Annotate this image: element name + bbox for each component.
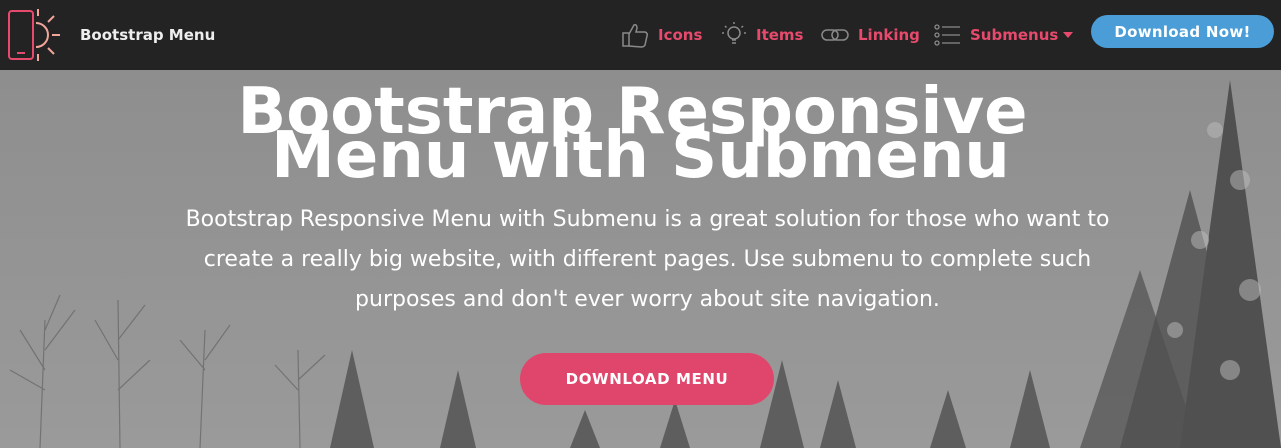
brand[interactable]: Bootstrap Menu xyxy=(6,5,215,65)
nav-item-linking[interactable]: Linking xyxy=(820,0,920,70)
navbar: Bootstrap Menu Icons Items Linking Subme… xyxy=(0,0,1281,70)
list-icon xyxy=(934,24,960,46)
nav-label-items: Items xyxy=(756,26,804,44)
download-now-button[interactable]: Download Now! xyxy=(1091,15,1274,48)
link-icon xyxy=(821,29,849,41)
phone-sun-logo-icon xyxy=(8,9,60,61)
nav-item-items[interactable]: Items xyxy=(720,0,803,70)
download-menu-button[interactable]: DOWNLOAD MENU xyxy=(520,353,774,405)
nav-item-submenus[interactable]: Submenus xyxy=(932,0,1074,70)
nav-item-icons[interactable]: Icons xyxy=(620,0,702,70)
nav-label-submenus: Submenus xyxy=(970,26,1059,44)
hero-description: Bootstrap Responsive Menu with Submenu i… xyxy=(185,207,1110,312)
thumbs-up-icon xyxy=(622,24,648,48)
lightbulb-icon xyxy=(722,22,746,44)
nav-label-linking: Linking xyxy=(858,26,920,44)
hero-title: Bootstrap Responsive Menu with Submenu xyxy=(0,80,1281,193)
hero-section: Bootstrap Responsive Menu with Submenu B… xyxy=(0,70,1281,448)
hero-title-line2: Menu with Submenu xyxy=(271,119,1010,193)
caret-down-icon xyxy=(1063,32,1074,38)
brand-name: Bootstrap Menu xyxy=(80,26,216,44)
nav-label-icons: Icons xyxy=(658,26,703,44)
